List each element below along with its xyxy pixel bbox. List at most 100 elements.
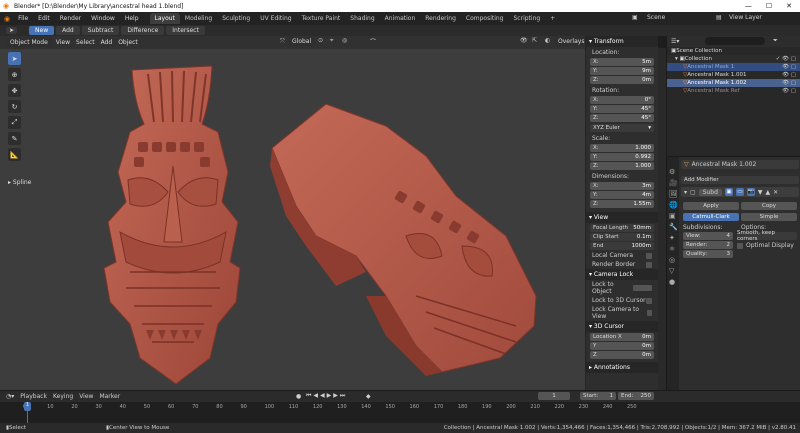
subdiv-render-field[interactable]: Render: 2	[683, 241, 733, 249]
scene-collection-row[interactable]: ▣ Scene Collection	[667, 47, 800, 55]
snap-icon[interactable]: ⌖	[330, 37, 333, 45]
outliner-item-mask-1[interactable]: ▽ Ancestral Mask 1 👁 ▢	[667, 63, 800, 71]
view-layer-selector[interactable]: View Layer	[729, 14, 762, 21]
3d-viewport[interactable]: Object Mode View Select Add Object ⤧ Glo…	[0, 36, 585, 390]
menu-help[interactable]: Help	[120, 15, 144, 22]
dimensions-z-field[interactable]: Z: 1.55m	[590, 200, 654, 208]
scale-y-field[interactable]: Y: 0.992	[590, 153, 654, 161]
tab-shading[interactable]: Shading	[345, 13, 379, 24]
subdiv-view-field[interactable]: View: 4	[683, 232, 733, 240]
mode-add-button[interactable]: Add	[56, 26, 80, 35]
tab-layout[interactable]: Layout	[149, 13, 180, 24]
outliner-item-mask-1-002[interactable]: ▽ Ancestral Mask 1.002 👁 ▢	[667, 79, 800, 87]
timeline-editor-icon[interactable]: ◔▾	[6, 393, 14, 400]
tab-modeling[interactable]: Modeling	[180, 13, 217, 24]
cursor-location-y-field[interactable]: Y 0m	[590, 342, 654, 350]
scale-tool-icon[interactable]: ⤢	[8, 116, 21, 129]
copy-button[interactable]: Copy	[741, 202, 797, 210]
gizmo-icon[interactable]: ⇱	[532, 37, 537, 44]
expand-icon[interactable]: ▾	[684, 189, 687, 196]
cursor-location-z-field[interactable]: Z 0m	[590, 351, 654, 359]
annotations-section-header[interactable]: ▸ Annotations	[586, 362, 658, 373]
mode-difference-button[interactable]: Difference	[121, 26, 165, 35]
overlays-dropdown[interactable]: Overlays	[554, 37, 585, 46]
menu-object[interactable]: Object	[118, 39, 138, 46]
mode-subtract-button[interactable]: Subtract	[81, 26, 120, 35]
scene-selector[interactable]: Scene	[647, 14, 665, 21]
playhead[interactable]: 1	[24, 402, 31, 411]
scale-z-field[interactable]: Z: 1.000	[590, 162, 654, 170]
menu-view[interactable]: View	[56, 39, 70, 46]
subdiv-quality-field[interactable]: Quality: 3	[683, 250, 733, 258]
outliner-item-mask-1-001[interactable]: ▽ Ancestral Mask 1.001 👁 ▢	[667, 71, 800, 79]
frame-ruler[interactable]: 0102030405060708090100110120130140150160…	[0, 402, 800, 424]
move-down-icon[interactable]: ▼	[758, 189, 763, 196]
menu-edit[interactable]: Edit	[33, 15, 55, 22]
proportional-falloff-icon[interactable]: ⌒	[370, 37, 376, 46]
move-tool-icon[interactable]: ✥	[8, 84, 21, 97]
pivot-icon[interactable]: ⊙	[318, 37, 323, 44]
properties-tabs[interactable]: ⚙ 🎥 🖼 🌐 ▣ 🔧 ✦ ⚛ ◎ ▽ ●	[667, 157, 679, 391]
object-mode-dropdown[interactable]: Object Mode	[6, 38, 52, 47]
maximize-button[interactable]: ☐	[766, 2, 772, 10]
overlays-icon[interactable]: ◐	[545, 37, 550, 44]
rotation-mode-dropdown[interactable]: XYZ Euler ▾	[590, 124, 654, 132]
view-object-types-icon[interactable]: 👁	[520, 37, 528, 44]
lock-to-object-field[interactable]: Lock to Object	[586, 280, 658, 296]
edit-mode-toggle[interactable]: ▣	[724, 188, 733, 196]
display-mode-icon[interactable]: ☰▾	[671, 38, 679, 45]
object-name-field[interactable]: ▽ Ancestral Mask 1.002	[681, 160, 799, 169]
menu-file[interactable]: File	[13, 15, 33, 22]
tab-scripting[interactable]: Scripting	[509, 13, 546, 24]
menu-marker[interactable]: Marker	[99, 393, 120, 400]
viewport-toggle[interactable]: ▭	[735, 188, 744, 196]
3d-cursor-section-header[interactable]: ▾ 3D Cursor	[586, 321, 658, 332]
lock-camera-to-view-toggle[interactable]: Lock Camera to View	[586, 305, 658, 321]
menu-keying[interactable]: Keying	[53, 393, 73, 400]
visibility-icons[interactable]: ✓ 👁 ▢	[776, 56, 796, 62]
render-toggle[interactable]: 📷	[746, 188, 755, 196]
add-workspace-button[interactable]: +	[545, 13, 560, 24]
close-button[interactable]: ✕	[786, 2, 792, 10]
menu-select[interactable]: Select	[76, 39, 95, 46]
record-icon[interactable]: ●	[296, 393, 301, 400]
clip-end-field[interactable]: End 1000m	[590, 242, 654, 250]
menu-render[interactable]: Render	[55, 15, 86, 22]
tab-animation[interactable]: Animation	[380, 13, 421, 24]
keyframe-icon[interactable]: ◆	[366, 393, 371, 400]
end-frame-field[interactable]: End: 250	[618, 392, 654, 400]
playback-controls[interactable]: ⏮◀◀▶▶⏭	[306, 392, 347, 400]
tab-compositing[interactable]: Compositing	[461, 13, 509, 24]
orientation-dropdown[interactable]: Global	[288, 37, 316, 46]
transform-section-header[interactable]: ▾ Transform	[586, 36, 658, 47]
location-y-field[interactable]: Y: 9m	[590, 67, 654, 75]
tab-sculpting[interactable]: Sculpting	[217, 13, 255, 24]
catmull-clark-button[interactable]: Catmull-Clark	[683, 213, 739, 221]
rotation-y-field[interactable]: Y: 45°	[590, 105, 654, 113]
blender-menu-icon[interactable]: ◉	[4, 15, 10, 23]
annotate-tool-icon[interactable]: ✎	[8, 132, 21, 145]
move-up-icon[interactable]: ▲	[766, 189, 771, 196]
menu-window[interactable]: Window	[86, 15, 120, 22]
remove-modifier-icon[interactable]: ✕	[773, 189, 778, 196]
filter-icon[interactable]: ⏷	[773, 37, 778, 45]
rotation-z-field[interactable]: Z: 45°	[590, 114, 654, 122]
dimensions-x-field[interactable]: X: 3m	[590, 182, 654, 190]
measure-tool-icon[interactable]: 📐	[8, 148, 21, 161]
tab-texture-paint[interactable]: Texture Paint	[297, 13, 346, 24]
outliner-search-input[interactable]	[705, 37, 765, 45]
dimensions-y-field[interactable]: Y: 4m	[590, 191, 654, 199]
current-frame-field[interactable]: 1	[538, 392, 570, 400]
local-camera-toggle[interactable]: Local Camera	[586, 251, 658, 260]
collection-row[interactable]: ▾ ▣ Collection ✓ 👁 ▢	[667, 55, 800, 63]
select-box-icon[interactable]: ➤	[8, 52, 21, 65]
location-x-field[interactable]: X: 5m	[590, 58, 654, 66]
clip-start-field[interactable]: Clip Start 0.1m	[590, 233, 654, 241]
mode-intersect-button[interactable]: Intersect	[166, 26, 205, 35]
cursor-location-x-field[interactable]: Location X 0m	[590, 333, 654, 341]
mode-new-button[interactable]: New	[29, 26, 55, 35]
tab-rendering[interactable]: Rendering	[420, 13, 461, 24]
rotate-tool-icon[interactable]: ↻	[8, 100, 21, 113]
menu-add[interactable]: Add	[101, 39, 113, 46]
uv-smooth-dropdown[interactable]: Smooth, keep corners	[737, 230, 797, 242]
